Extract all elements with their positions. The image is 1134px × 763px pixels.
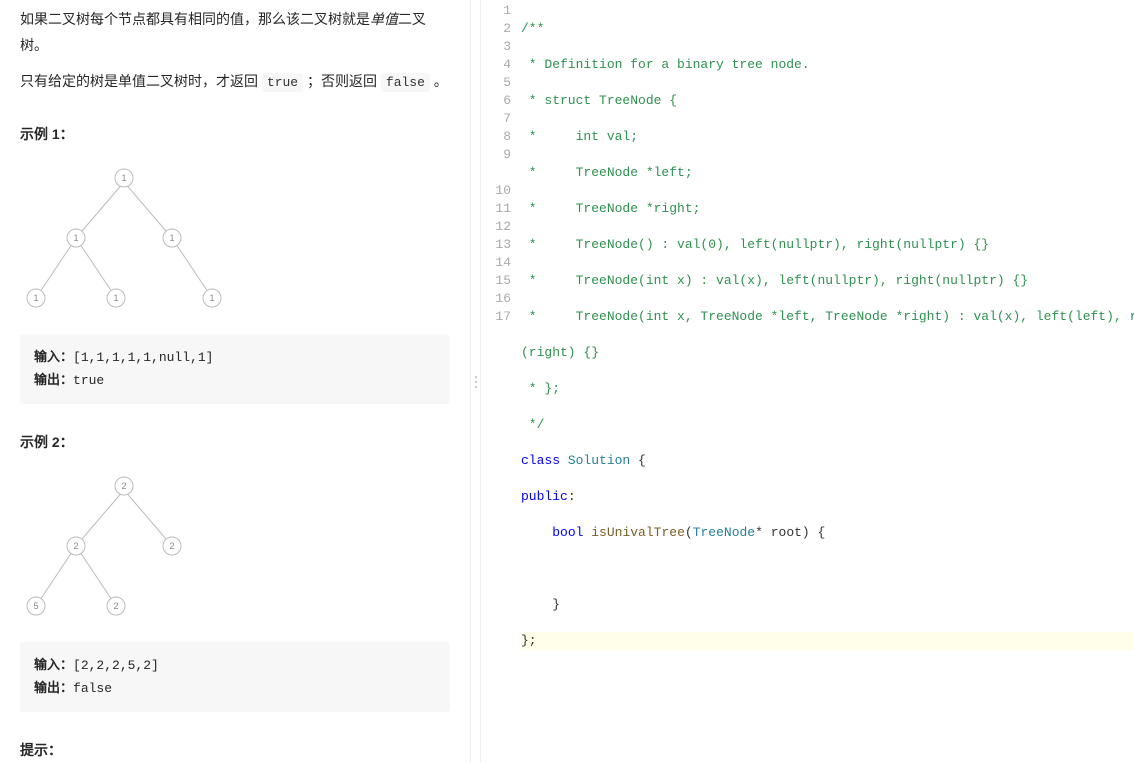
svg-text:1: 1 — [121, 173, 126, 183]
line-number-gutter: 1 2 3 4 5 6 7 8 9 10 11 12 13 14 15 16 1… — [481, 0, 521, 763]
problem-intro: 如果二叉树每个节点都具有相同的值，那么该二叉树就是单值二叉树。 — [20, 6, 450, 58]
code-editor-panel[interactable]: 1 2 3 4 5 6 7 8 9 10 11 12 13 14 15 16 1… — [481, 0, 1134, 763]
svg-text:1: 1 — [209, 293, 214, 303]
example2-tree-image: 2 2 2 5 2 — [14, 468, 194, 628]
example1-tree-image: 1 1 1 1 1 1 — [14, 160, 234, 320]
problem-rule: 只有给定的树是单值二叉树时，才返回 true ；否则返回 false 。 — [20, 68, 450, 96]
svg-text:1: 1 — [33, 293, 38, 303]
svg-text:1: 1 — [113, 293, 118, 303]
example1-box: 输入：[1,1,1,1,1,null,1] 输出：true — [20, 334, 450, 404]
svg-text:2: 2 — [113, 601, 118, 611]
svg-text:1: 1 — [73, 233, 78, 243]
svg-text:5: 5 — [33, 601, 38, 611]
problem-description-panel[interactable]: 如果二叉树每个节点都具有相同的值，那么该二叉树就是单值二叉树。 只有给定的树是单… — [0, 0, 470, 763]
svg-text:1: 1 — [169, 233, 174, 243]
code-text-area[interactable]: /** * Definition for a binary tree node.… — [521, 0, 1134, 763]
svg-text:2: 2 — [169, 541, 174, 551]
example2-title: 示例 2： — [20, 432, 450, 452]
hints-title: 提示： — [20, 740, 450, 760]
panel-splitter[interactable] — [470, 0, 481, 763]
example2-box: 输入：[2,2,2,5,2] 输出：false — [20, 642, 450, 712]
svg-text:2: 2 — [121, 481, 126, 491]
example1-title: 示例 1： — [20, 124, 450, 144]
svg-text:2: 2 — [73, 541, 78, 551]
